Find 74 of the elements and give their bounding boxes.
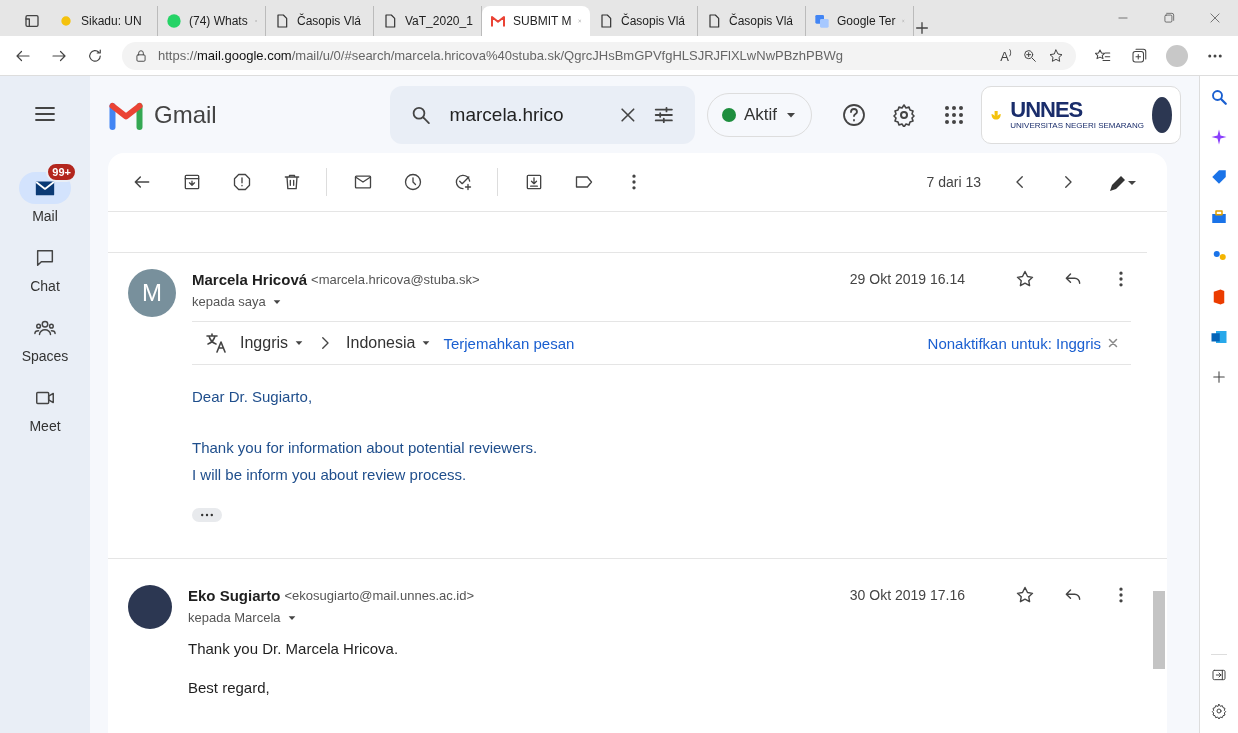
sidebar-toggle-icon[interactable] [1211, 667, 1227, 683]
add-icon[interactable] [1210, 368, 1228, 386]
rail-item[interactable]: 99+ Mail [11, 160, 79, 224]
message-paragraph: Thank you for information about potential reviewers. I will be inform you about review process. [192, 438, 539, 485]
source-language-dropdown[interactable]: Inggris [240, 334, 305, 352]
target-language-dropdown[interactable]: Indonesia [346, 334, 432, 352]
read-aloud-button[interactable]: A⁾ [1000, 46, 1012, 65]
settings-icon[interactable] [892, 102, 917, 127]
delete-icon[interactable] [282, 172, 302, 192]
disable-translation-link[interactable]: Nonaktifkan untuk: Inggris [927, 334, 1101, 352]
recipient-dropdown[interactable]: kepada saya [192, 294, 282, 309]
show-trimmed-button[interactable] [192, 508, 222, 522]
refresh-icon[interactable] [86, 46, 104, 65]
browser-tab[interactable]: SUBMIT M [482, 6, 590, 36]
scrollbar-thumb[interactable] [1153, 591, 1165, 669]
report-spam-icon[interactable] [232, 172, 252, 192]
snooze-clock-icon[interactable] [403, 172, 423, 192]
sender-email: <ekosugiarto@mail.unnes.ac.id> [284, 587, 475, 603]
pager-count: 7 dari 13 [926, 174, 981, 190]
search-icon[interactable] [1210, 88, 1228, 106]
unread-badge: 99+ [46, 162, 77, 182]
outlook-icon[interactable] [1210, 328, 1228, 346]
zoom-icon[interactable] [1022, 47, 1038, 64]
sender-email: <marcela.hricova@stuba.sk> [311, 271, 480, 287]
collections-icon[interactable] [1130, 46, 1148, 65]
chat-bubble-icon [166, 13, 182, 29]
mail-logo-icon [490, 13, 506, 29]
recipient-dropdown[interactable]: kepada Marcela [188, 610, 297, 625]
url-text: https://mail.google.com/mail/u/0/#search/marcela.hricova%40stuba.sk/QgrcJHsBmGPVfgHLSJRJFlXLwNwPBzhPBWg [158, 48, 843, 63]
sender-name: Eko Sugiarto [188, 586, 281, 604]
message-date: 29 Okt 2019 16.14 [849, 271, 965, 287]
restore-icon[interactable] [1162, 11, 1176, 25]
document-icon [274, 13, 290, 29]
search-field[interactable]: marcela.hrico [390, 85, 695, 144]
address-bar[interactable]: https://mail.google.com/mail/u/0/#search/marcela.hricova%40stuba.sk/QgrcJHsBmGPVfgHLSJRJFlXLwNwPBzhPBWg A⁾ [122, 41, 1076, 70]
star-icon[interactable] [1015, 269, 1035, 289]
message-paragraph: Thank you Dr. Marcela Hricova. [188, 639, 400, 659]
document-icon [382, 13, 398, 29]
message-date: 30 Okt 2019 17.16 [849, 587, 965, 603]
caret-icon [294, 338, 305, 348]
profile-avatar [1151, 96, 1172, 133]
archive-icon[interactable] [182, 172, 202, 192]
lock-icon [134, 48, 148, 63]
document-icon [706, 13, 722, 29]
star-icon[interactable] [1015, 585, 1035, 605]
sender-avatar [128, 585, 172, 629]
toolbox-icon[interactable] [1210, 208, 1228, 226]
tabs-icon[interactable] [24, 13, 40, 29]
settings-icon[interactable] [1211, 703, 1227, 719]
sun-icon [58, 13, 74, 29]
rail-item[interactable]: Chat [11, 230, 79, 294]
message-paragraph: Best regard, [188, 678, 271, 698]
logo-name: UNNES [1010, 99, 1084, 121]
translate-link[interactable]: Terjemahkan pesan [443, 334, 575, 352]
sender-name: Marcela Hricová [192, 270, 308, 288]
tag-icon[interactable] [1210, 168, 1228, 186]
rail-item[interactable]: Spaces [11, 300, 79, 364]
move-to-icon[interactable] [524, 172, 544, 192]
translate-icon [814, 13, 830, 29]
chat-icon[interactable] [34, 247, 56, 269]
logo-subtitle: UNIVERSITAS NEGERI SEMARANG [1010, 121, 1144, 130]
translate-icon [204, 331, 228, 355]
search-input[interactable]: marcela.hrico [447, 102, 602, 127]
rail-item[interactable]: Meet [11, 370, 79, 434]
sender-avatar: M [128, 269, 176, 317]
message-paragraph: Dear Dr. Sugiarto, [192, 387, 314, 407]
add-task-icon[interactable] [453, 172, 473, 192]
new-tab-icon[interactable] [914, 20, 930, 36]
help-icon[interactable] [842, 102, 867, 127]
account-logo[interactable]: UNNES UNIVERSITAS NEGERI SEMARANG [981, 85, 1181, 144]
caret-icon [421, 338, 432, 348]
favorite-star-icon[interactable] [1048, 47, 1064, 64]
document-icon [598, 13, 614, 29]
product-name: Gmail [154, 100, 217, 129]
